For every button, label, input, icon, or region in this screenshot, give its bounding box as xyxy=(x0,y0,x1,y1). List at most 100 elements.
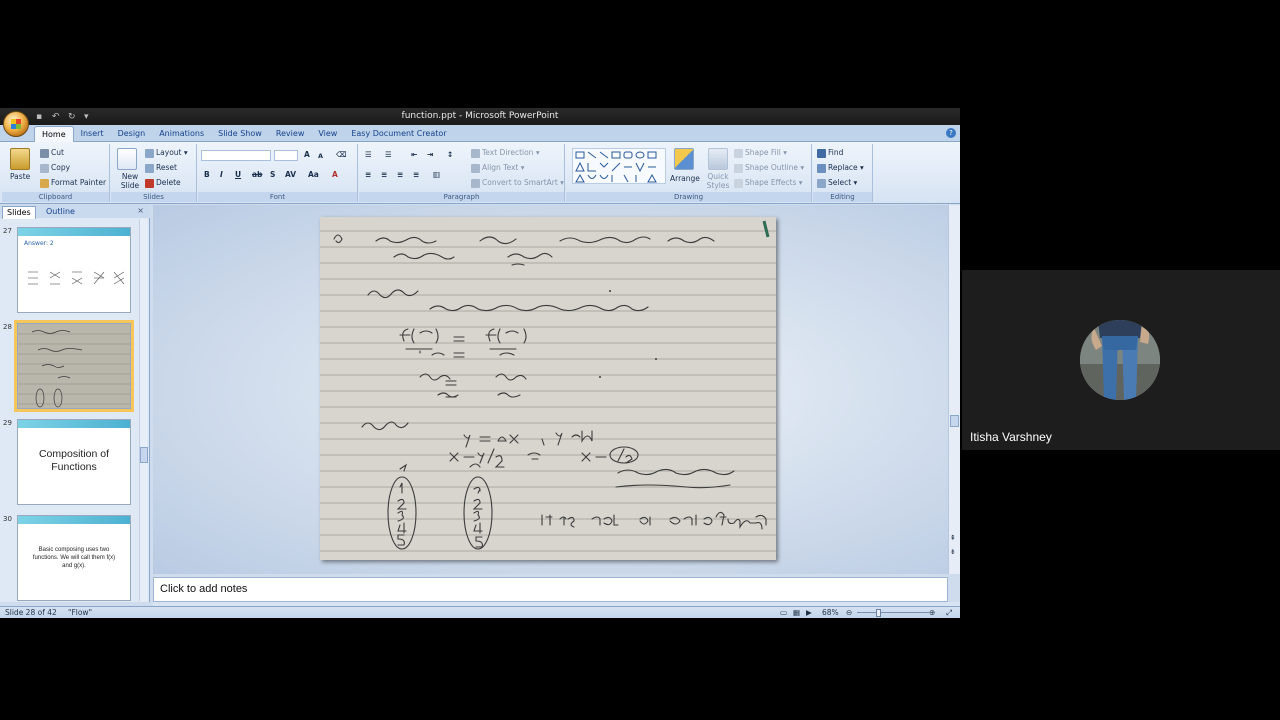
tab-outline[interactable]: Outline xyxy=(42,206,79,218)
bold-icon[interactable]: B xyxy=(204,170,210,180)
replace-icon xyxy=(817,163,826,173)
slide-thumbnail-27[interactable]: Answer: 2 xyxy=(17,227,131,313)
cut-label: Cut xyxy=(51,148,64,157)
grow-font-icon[interactable]: A xyxy=(304,150,310,160)
convert-smartart-button[interactable]: Convert to SmartArt ▾ xyxy=(471,178,564,188)
columns-icon[interactable]: ▥ xyxy=(433,170,440,180)
numbering-icon[interactable]: ☰ xyxy=(385,150,392,160)
cut-button[interactable]: Cut xyxy=(40,148,64,158)
slide-thumbnail-29[interactable]: Composition of Functions xyxy=(17,419,131,505)
slide-thumbnail-30[interactable]: Basic composing uses two functions. We w… xyxy=(17,515,131,601)
tab-home[interactable]: Home xyxy=(34,126,74,142)
increase-indent-icon[interactable]: ⇥ xyxy=(427,150,433,160)
align-text-icon xyxy=(471,163,480,173)
tab-easy-document-creator[interactable]: Easy Document Creator xyxy=(344,126,453,142)
tab-slides[interactable]: Slides xyxy=(2,206,36,219)
participant-tile[interactable]: Itisha Varshney xyxy=(962,270,1280,450)
font-size-field[interactable] xyxy=(274,150,298,161)
align-right-icon[interactable]: ≡ xyxy=(397,170,403,180)
bullets-icon[interactable]: ☰ xyxy=(365,150,372,160)
strikethrough-icon[interactable]: ab xyxy=(252,170,262,180)
quick-styles-button[interactable]: Quick Styles xyxy=(703,172,733,190)
shape-effects-label: Shape Effects xyxy=(745,178,797,187)
help-icon[interactable]: ? xyxy=(946,128,956,138)
new-slide-button[interactable]: New Slide xyxy=(116,172,144,190)
next-slide-icon[interactable]: ⇟ xyxy=(950,549,956,556)
paste-icon[interactable] xyxy=(10,148,30,170)
select-button[interactable]: Select ▾ xyxy=(817,178,857,188)
line-spacing-icon[interactable]: ↕ xyxy=(447,150,453,160)
notes-pane[interactable]: Click to add notes xyxy=(153,577,948,602)
tab-design[interactable]: Design xyxy=(111,126,153,142)
previous-slide-icon[interactable]: ⇞ xyxy=(950,535,956,542)
underline-icon[interactable]: U xyxy=(235,170,241,180)
align-left-icon[interactable]: ≡ xyxy=(365,170,371,180)
arrange-icon[interactable] xyxy=(674,148,694,170)
panel-scrollbar[interactable] xyxy=(139,219,148,601)
close-icon[interactable]: × xyxy=(137,206,144,215)
layout-button[interactable]: Layout ▾ xyxy=(145,148,188,158)
copy-button[interactable]: Copy xyxy=(40,163,70,173)
smartart-icon xyxy=(471,178,480,188)
shapes-gallery[interactable] xyxy=(572,148,666,184)
shrink-font-icon[interactable]: A xyxy=(318,151,323,161)
arrange-button[interactable]: Arrange xyxy=(670,174,700,184)
replace-button[interactable]: Replace ▾ xyxy=(817,163,864,173)
zoom-level[interactable]: 68% xyxy=(822,608,839,618)
panel-scroll-thumb[interactable] xyxy=(140,447,148,463)
clear-formatting-icon[interactable]: ⌫ xyxy=(336,150,347,160)
shape-effects-button[interactable]: Shape Effects ▾ xyxy=(734,178,803,188)
slide-scroll-thumb[interactable] xyxy=(950,415,959,427)
format-painter-button[interactable]: Format Painter xyxy=(40,178,106,188)
zoom-in-icon[interactable]: ⊕ xyxy=(929,608,935,618)
shape-outline-icon xyxy=(734,163,743,173)
shadow-icon[interactable]: S xyxy=(270,170,275,180)
reset-button[interactable]: Reset xyxy=(145,163,177,173)
meeting-screen: ▪ ↶ ↻ ▾ function.ppt - Microsoft PowerPo… xyxy=(0,0,1280,720)
tab-slide-show[interactable]: Slide Show xyxy=(211,126,269,142)
thumbnail-heading: Composition of Functions xyxy=(38,448,110,473)
zoom-out-icon[interactable]: ⊖ xyxy=(846,608,852,618)
drawing-group: Arrange Quick Styles Shape Fill ▾ Shape … xyxy=(566,144,812,202)
align-text-label: Align Text xyxy=(482,163,519,172)
align-text-button[interactable]: Align Text ▾ xyxy=(471,163,525,173)
tab-view[interactable]: View xyxy=(311,126,344,142)
tab-animations[interactable]: Animations xyxy=(152,126,211,142)
slide-number-28: 28 xyxy=(3,323,12,331)
tab-insert[interactable]: Insert xyxy=(74,126,111,142)
title-bar: ▪ ↶ ↻ ▾ function.ppt - Microsoft PowerPo… xyxy=(0,108,960,125)
fit-to-window-icon[interactable]: ⤢ xyxy=(946,608,952,618)
decrease-indent-icon[interactable]: ⇤ xyxy=(411,150,417,160)
zoom-slider[interactable] xyxy=(857,612,929,613)
character-spacing-icon[interactable]: AV xyxy=(285,170,296,180)
slide-thumbnail-28[interactable] xyxy=(14,320,134,412)
quick-styles-icon[interactable] xyxy=(708,148,728,170)
format-painter-label: Format Painter xyxy=(51,178,107,187)
convert-smartart-label: Convert to SmartArt xyxy=(482,178,558,187)
shape-fill-button[interactable]: Shape Fill ▾ xyxy=(734,148,787,158)
scissors-icon xyxy=(40,148,49,158)
align-center-icon[interactable]: ≡ xyxy=(381,170,387,180)
shape-outline-button[interactable]: Shape Outline ▾ xyxy=(734,163,804,173)
theme-name: "Flow" xyxy=(68,608,93,617)
zoom-slider-knob[interactable] xyxy=(876,609,881,617)
font-color-icon[interactable]: A xyxy=(332,170,338,180)
current-slide[interactable] xyxy=(320,217,776,560)
slide-sorter-icon[interactable]: ▦ xyxy=(793,608,800,618)
change-case-icon[interactable]: Aa xyxy=(308,170,319,180)
font-name-field[interactable] xyxy=(201,150,271,161)
delete-button[interactable]: Delete xyxy=(145,178,181,188)
new-slide-icon[interactable] xyxy=(117,148,137,170)
text-direction-button[interactable]: Text Direction ▾ xyxy=(471,148,540,158)
tab-review[interactable]: Review xyxy=(269,126,312,142)
find-button[interactable]: Find xyxy=(817,148,843,158)
paste-button[interactable]: Paste xyxy=(10,172,30,182)
justify-icon[interactable]: ≡ xyxy=(413,170,419,180)
normal-view-icon[interactable]: ▭ xyxy=(780,608,787,618)
office-button[interactable] xyxy=(3,111,29,137)
binoculars-icon xyxy=(817,148,826,158)
italic-icon[interactable]: I xyxy=(220,170,223,180)
slideshow-icon[interactable]: ▶ xyxy=(806,608,812,618)
slide-scrollbar[interactable]: ⇞ ⇟ xyxy=(948,205,960,574)
editing-group: Find Replace ▾ Select ▾ Editing xyxy=(813,144,873,202)
